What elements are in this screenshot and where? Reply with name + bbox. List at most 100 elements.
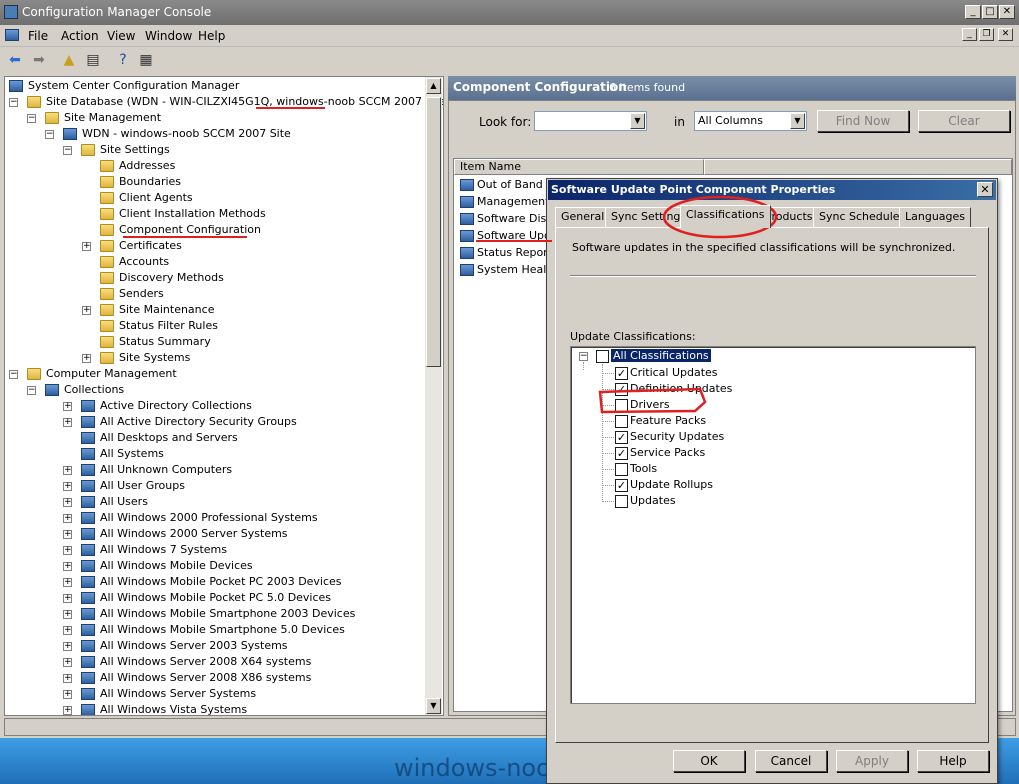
tab-general[interactable]: General <box>555 207 611 227</box>
tree-collection-item[interactable]: All Windows 7 Systems <box>100 542 227 558</box>
collapse-icon[interactable]: − <box>579 352 588 361</box>
tree-item-certificates[interactable]: Certificates <box>119 238 182 254</box>
expand-icon[interactable]: + <box>63 498 72 507</box>
tree-item-boundaries[interactable]: Boundaries <box>119 174 181 190</box>
expand-icon[interactable]: + <box>63 658 72 667</box>
tree-site-settings[interactable]: Site Settings <box>100 142 170 158</box>
classification-checkbox[interactable] <box>615 415 628 428</box>
cancel-button[interactable]: Cancel <box>755 750 827 772</box>
tab-classifications[interactable]: Classifications <box>680 205 771 228</box>
minimize-button[interactable]: _ <box>965 5 981 19</box>
menu-help[interactable]: Help <box>198 29 225 43</box>
component-list-item[interactable]: Software Distr <box>460 211 555 227</box>
component-list-item[interactable]: Software Upda <box>460 228 558 244</box>
classification-checkbox[interactable]: ✓ <box>615 479 628 492</box>
expand-icon[interactable]: + <box>82 306 91 315</box>
tree-collection-item[interactable]: All Windows Mobile Smartphone 2003 Devic… <box>100 606 355 622</box>
expand-icon[interactable]: + <box>63 482 72 491</box>
expand-icon[interactable]: + <box>63 594 72 603</box>
menu-view[interactable]: View <box>107 29 135 43</box>
back-arrow-icon[interactable]: ⬅ <box>6 51 24 69</box>
tree-item-component-configuration[interactable]: Component Configuration <box>119 222 261 238</box>
scroll-thumb[interactable] <box>426 97 441 367</box>
expand-icon[interactable]: + <box>63 418 72 427</box>
tree-item-site-maintenance[interactable]: Site Maintenance <box>119 302 214 318</box>
column-header-blank[interactable] <box>704 159 1012 175</box>
expand-icon[interactable]: + <box>63 466 72 475</box>
close-button[interactable]: ✕ <box>999 5 1015 19</box>
clear-button[interactable]: Clear <box>918 110 1010 132</box>
tree-site[interactable]: WDN - windows-noob SCCM 2007 Site <box>82 126 291 142</box>
tree-collection-item[interactable]: All User Groups <box>100 478 185 494</box>
tree-collection-item[interactable]: All Active Directory Security Groups <box>100 414 297 430</box>
tree-collection-item[interactable]: All Systems <box>100 446 164 462</box>
collapse-icon[interactable]: − <box>27 386 36 395</box>
mdi-close-button[interactable]: ✕ <box>998 28 1013 41</box>
ok-button[interactable]: OK <box>673 750 745 772</box>
tree-collection-item[interactable]: All Windows Server 2008 X86 systems <box>100 670 311 686</box>
component-list-item[interactable]: Management P <box>460 194 560 210</box>
show-hide-tree-icon[interactable]: ▤ <box>84 51 102 69</box>
expand-icon[interactable]: + <box>82 354 91 363</box>
expand-icon[interactable]: + <box>63 402 72 411</box>
in-column-select[interactable]: All Columns ▼ <box>694 111 807 131</box>
tree-collection-item[interactable]: All Windows Vista Systems <box>100 702 247 715</box>
classification-label[interactable]: Security Updates <box>630 429 724 445</box>
tree-collection-item[interactable]: All Windows 2000 Professional Systems <box>100 510 318 526</box>
tree-site-database[interactable]: Site Database (WDN - WIN-CILZXI45G1Q, wi… <box>46 94 443 110</box>
component-list-item[interactable]: System Health <box>460 262 558 278</box>
expand-icon[interactable]: + <box>63 546 72 555</box>
collapse-icon[interactable]: − <box>27 114 36 123</box>
chevron-down-icon[interactable]: ▼ <box>630 113 645 129</box>
tree-item-client-installation-methods[interactable]: Client Installation Methods <box>119 206 266 222</box>
expand-icon[interactable]: + <box>63 578 72 587</box>
tree-item-accounts[interactable]: Accounts <box>119 254 169 270</box>
forward-arrow-icon[interactable]: ➡ <box>30 51 48 69</box>
tree-collection-item[interactable]: All Windows Mobile Smartphone 5.0 Device… <box>100 622 345 638</box>
expand-icon[interactable]: + <box>63 690 72 699</box>
expand-icon[interactable]: + <box>63 530 72 539</box>
help-button[interactable]: Help <box>917 750 989 772</box>
classification-label[interactable]: Feature Packs <box>630 413 706 429</box>
tree-collection-item[interactable]: All Windows Server Systems <box>100 686 256 702</box>
tree-collection-item[interactable]: All Windows Server 2008 X64 systems <box>100 654 311 670</box>
classification-label[interactable]: Updates <box>630 493 676 509</box>
tree-computer-management[interactable]: Computer Management <box>46 366 177 382</box>
up-folder-icon[interactable]: ▲ <box>60 51 78 69</box>
tree-collection-item[interactable]: All Desktops and Servers <box>100 430 238 446</box>
collapse-icon[interactable]: − <box>63 146 72 155</box>
expand-icon[interactable]: + <box>63 706 72 715</box>
classification-checkbox[interactable]: ✓ <box>615 383 628 396</box>
expand-icon[interactable]: + <box>63 642 72 651</box>
tree-collections[interactable]: Collections <box>64 382 124 398</box>
component-list-item[interactable]: Status Reporti <box>460 245 555 261</box>
mdi-restore-button[interactable]: ❐ <box>979 28 994 41</box>
tree-item-status-filter-rules[interactable]: Status Filter Rules <box>119 318 218 334</box>
mdi-minimize-button[interactable]: _ <box>962 28 977 41</box>
classification-label[interactable]: Update Rollups <box>630 477 713 493</box>
tab-languages[interactable]: Languages <box>899 207 972 227</box>
menu-file[interactable]: File <box>28 29 48 43</box>
tree-item-addresses[interactable]: Addresses <box>119 158 175 174</box>
tree-root[interactable]: System Center Configuration Manager <box>28 78 239 94</box>
classification-label[interactable]: Definition Updates <box>630 381 732 397</box>
expand-icon[interactable]: + <box>63 674 72 683</box>
scroll-up-arrow-icon[interactable]: ▲ <box>426 78 441 94</box>
tree-scrollbar[interactable]: ▲ ▼ <box>425 77 442 715</box>
find-now-button[interactable]: Find Now <box>817 110 909 132</box>
all-classifications-item[interactable]: All Classifications <box>611 348 711 364</box>
classification-label[interactable]: Critical Updates <box>630 365 718 381</box>
maximize-button[interactable]: □ <box>982 5 998 19</box>
classification-label[interactable]: Drivers <box>630 397 670 413</box>
look-for-input[interactable]: ▼ <box>534 111 647 131</box>
tree-collection-item[interactable]: All Windows 2000 Server Systems <box>100 526 288 542</box>
tab-sync-schedule[interactable]: Sync Schedule <box>813 207 906 227</box>
tree-collection-item[interactable]: Active Directory Collections <box>100 398 252 414</box>
classification-checkbox[interactable] <box>615 463 628 476</box>
tree-item-senders[interactable]: Senders <box>119 286 164 302</box>
classification-checkbox[interactable]: ✓ <box>615 447 628 460</box>
tree-collection-item[interactable]: All Users <box>100 494 148 510</box>
collapse-icon[interactable]: − <box>9 98 18 107</box>
help-icon[interactable]: ? <box>114 51 132 69</box>
dialog-close-icon[interactable]: ✕ <box>977 182 993 197</box>
